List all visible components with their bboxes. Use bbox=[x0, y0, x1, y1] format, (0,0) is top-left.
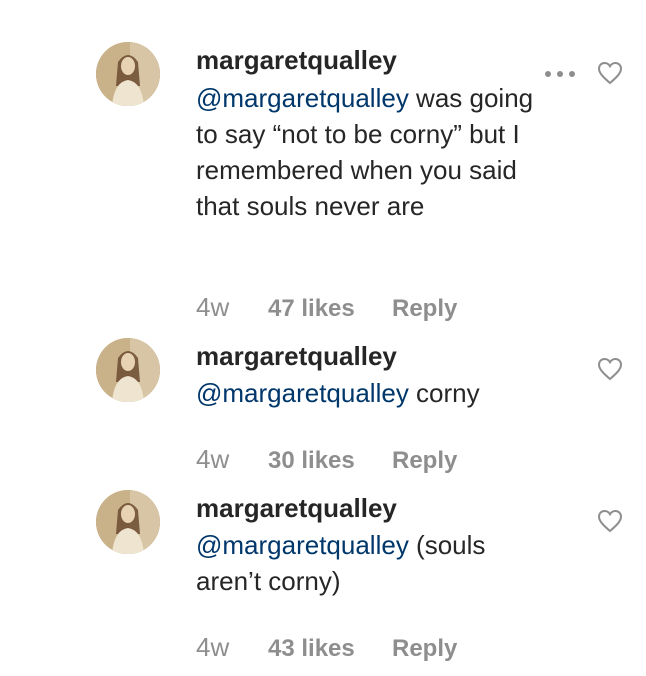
comment-meta: 4w 47 likes Reply bbox=[196, 292, 457, 324]
comment-meta: 4w 43 likes Reply bbox=[196, 632, 457, 664]
mention-link[interactable]: @margaretqualley bbox=[196, 378, 409, 408]
avatar[interactable] bbox=[96, 42, 160, 106]
heart-icon[interactable] bbox=[597, 357, 623, 381]
comment-meta: 4w 30 likes Reply bbox=[196, 444, 457, 476]
more-options-icon[interactable] bbox=[543, 67, 577, 79]
comment-username[interactable]: margaretqualley bbox=[196, 340, 397, 372]
avatar[interactable] bbox=[96, 338, 160, 402]
likes-count[interactable]: 43 likes bbox=[268, 634, 392, 664]
mention-link[interactable]: @margaretqualley bbox=[196, 83, 409, 113]
comment-username[interactable]: margaretqualley bbox=[196, 492, 397, 524]
comment-username[interactable]: margaretqualley bbox=[196, 44, 397, 76]
heart-icon[interactable] bbox=[597, 61, 623, 85]
comment-body: corny bbox=[408, 378, 480, 408]
likes-count[interactable]: 30 likes bbox=[268, 446, 392, 476]
avatar[interactable] bbox=[96, 490, 160, 554]
comment-timestamp[interactable]: 4w bbox=[196, 444, 268, 474]
comment-text: @margaretqualley (souls aren’t corny) bbox=[196, 527, 536, 599]
reply-button[interactable]: Reply bbox=[392, 294, 457, 324]
mention-link[interactable]: @margaretqualley bbox=[196, 530, 409, 560]
likes-count[interactable]: 47 likes bbox=[268, 294, 392, 324]
comment-timestamp[interactable]: 4w bbox=[196, 292, 268, 322]
comment-text: @margaretqualley corny bbox=[196, 375, 536, 411]
heart-icon[interactable] bbox=[597, 509, 623, 533]
reply-button[interactable]: Reply bbox=[392, 446, 457, 476]
comment-text: @margaretqualley was going to say “not t… bbox=[196, 80, 536, 224]
reply-button[interactable]: Reply bbox=[392, 634, 457, 664]
comment-timestamp[interactable]: 4w bbox=[196, 632, 268, 662]
